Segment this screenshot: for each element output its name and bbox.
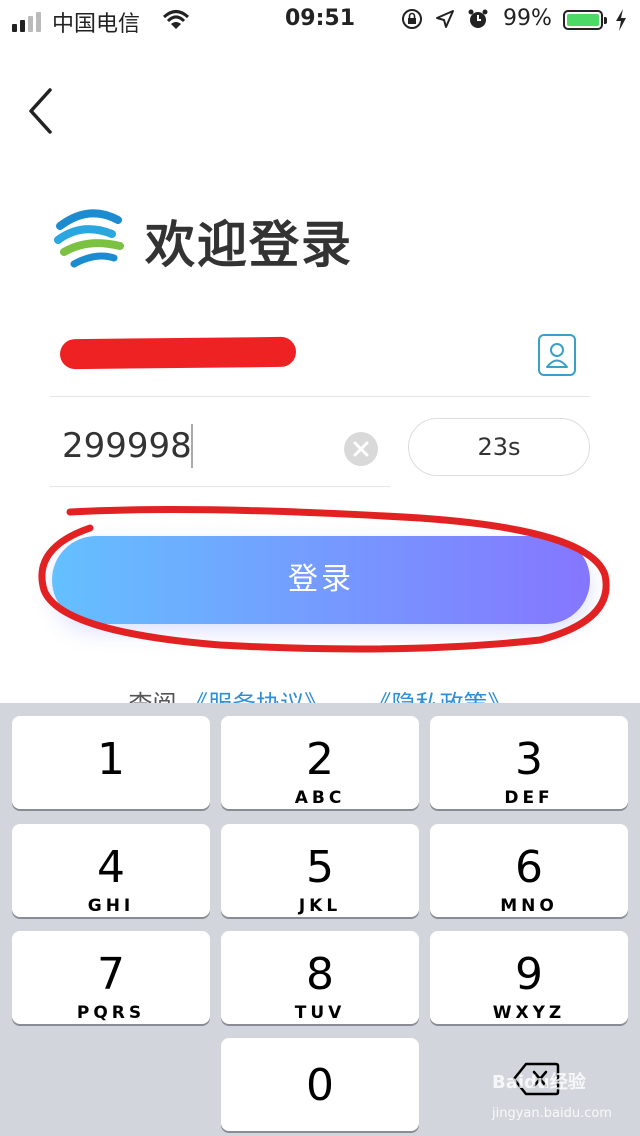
watermark-brand: Baidu经验: [492, 1072, 586, 1093]
key-digit: 3: [515, 734, 543, 785]
key-4[interactable]: 4 GHI: [12, 824, 210, 917]
china-mobile-logo: [54, 202, 124, 272]
key-6[interactable]: 6 MNO: [430, 824, 628, 917]
battery-percent: 99%: [503, 6, 552, 31]
contact-person-icon[interactable]: [538, 334, 576, 376]
verification-code-input[interactable]: 299998: [62, 426, 192, 466]
key-digit: 7: [97, 949, 125, 1000]
key-letters: DEF: [504, 788, 554, 808]
key-7[interactable]: 7 PQRS: [12, 931, 210, 1024]
key-1[interactable]: 1: [12, 716, 210, 809]
key-letters: ABC: [294, 788, 346, 808]
key-digit: 4: [97, 842, 125, 893]
key-digit: 1: [97, 734, 125, 785]
phone-input-row[interactable]: [50, 318, 590, 397]
key-letters: MNO: [500, 896, 558, 916]
status-bar: 中国电信 09:51 99%: [0, 0, 640, 42]
charging-icon: [616, 9, 626, 31]
key-letters: JKL: [298, 896, 342, 916]
key-letters: PQRS: [76, 1003, 146, 1023]
verification-code-row[interactable]: 299998: [50, 404, 390, 487]
resend-countdown-button[interactable]: 23s: [408, 418, 590, 476]
alarm-icon: [468, 9, 488, 28]
battery-icon: [563, 10, 607, 30]
key-5[interactable]: 5 JKL: [221, 824, 419, 917]
page-title: 欢迎登录: [145, 216, 353, 274]
key-8[interactable]: 8 TUV: [221, 931, 419, 1024]
key-letters: GHI: [87, 896, 135, 916]
key-0[interactable]: 0: [221, 1038, 419, 1131]
login-button[interactable]: 登录: [52, 536, 590, 624]
key-digit: 9: [515, 949, 543, 1000]
key-digit: 0: [306, 1060, 334, 1111]
clear-x-icon[interactable]: [344, 432, 378, 466]
key-2[interactable]: 2 ABC: [221, 716, 419, 809]
rotation-lock-icon: [402, 9, 422, 29]
location-icon: [436, 10, 454, 28]
key-digit: 5: [306, 842, 334, 893]
text-caret: [191, 424, 193, 468]
watermark-url: jingyan.baidu.com: [492, 1106, 612, 1121]
key-letters: TUV: [294, 1003, 346, 1023]
key-digit: 8: [306, 949, 334, 1000]
key-digit: 2: [306, 734, 334, 785]
key-9[interactable]: 9 WXYZ: [430, 931, 628, 1024]
chevron-left-icon[interactable]: [26, 86, 56, 136]
key-letters: WXYZ: [492, 1003, 566, 1023]
key-3[interactable]: 3 DEF: [430, 716, 628, 809]
redaction-mark: [59, 336, 297, 370]
key-digit: 6: [515, 842, 543, 893]
